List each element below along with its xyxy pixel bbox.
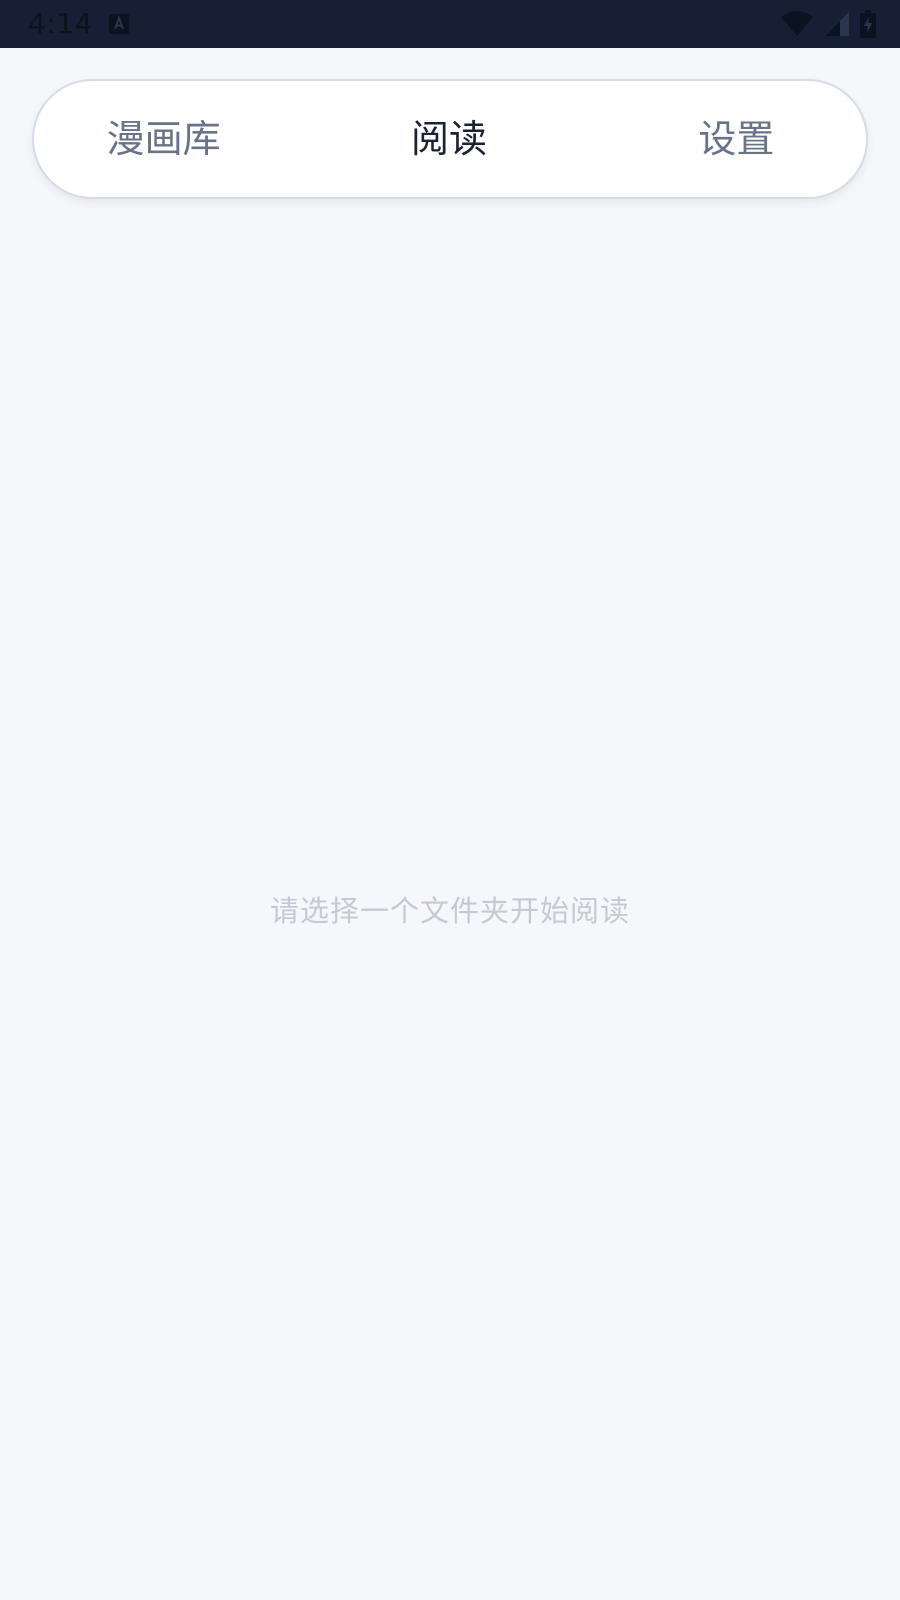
tab-reading[interactable]: 阅读 — [319, 115, 578, 163]
empty-state-message: 请选择一个文件夹开始阅读 — [269, 894, 630, 928]
app-notification-icon — [109, 14, 129, 34]
status-indicators — [780, 9, 876, 39]
tab-settings[interactable]: 设置 — [579, 115, 866, 163]
status-bar: 4:14 — [0, 0, 900, 48]
battery-charging-icon — [860, 10, 876, 38]
cell-signal-icon — [825, 12, 849, 36]
tab-comic-library[interactable]: 漫画库 — [34, 115, 319, 163]
status-time: 4:14 — [28, 7, 93, 40]
wifi-icon — [781, 11, 813, 36]
tab-bar: 漫画库 阅读 设置 — [34, 81, 866, 197]
